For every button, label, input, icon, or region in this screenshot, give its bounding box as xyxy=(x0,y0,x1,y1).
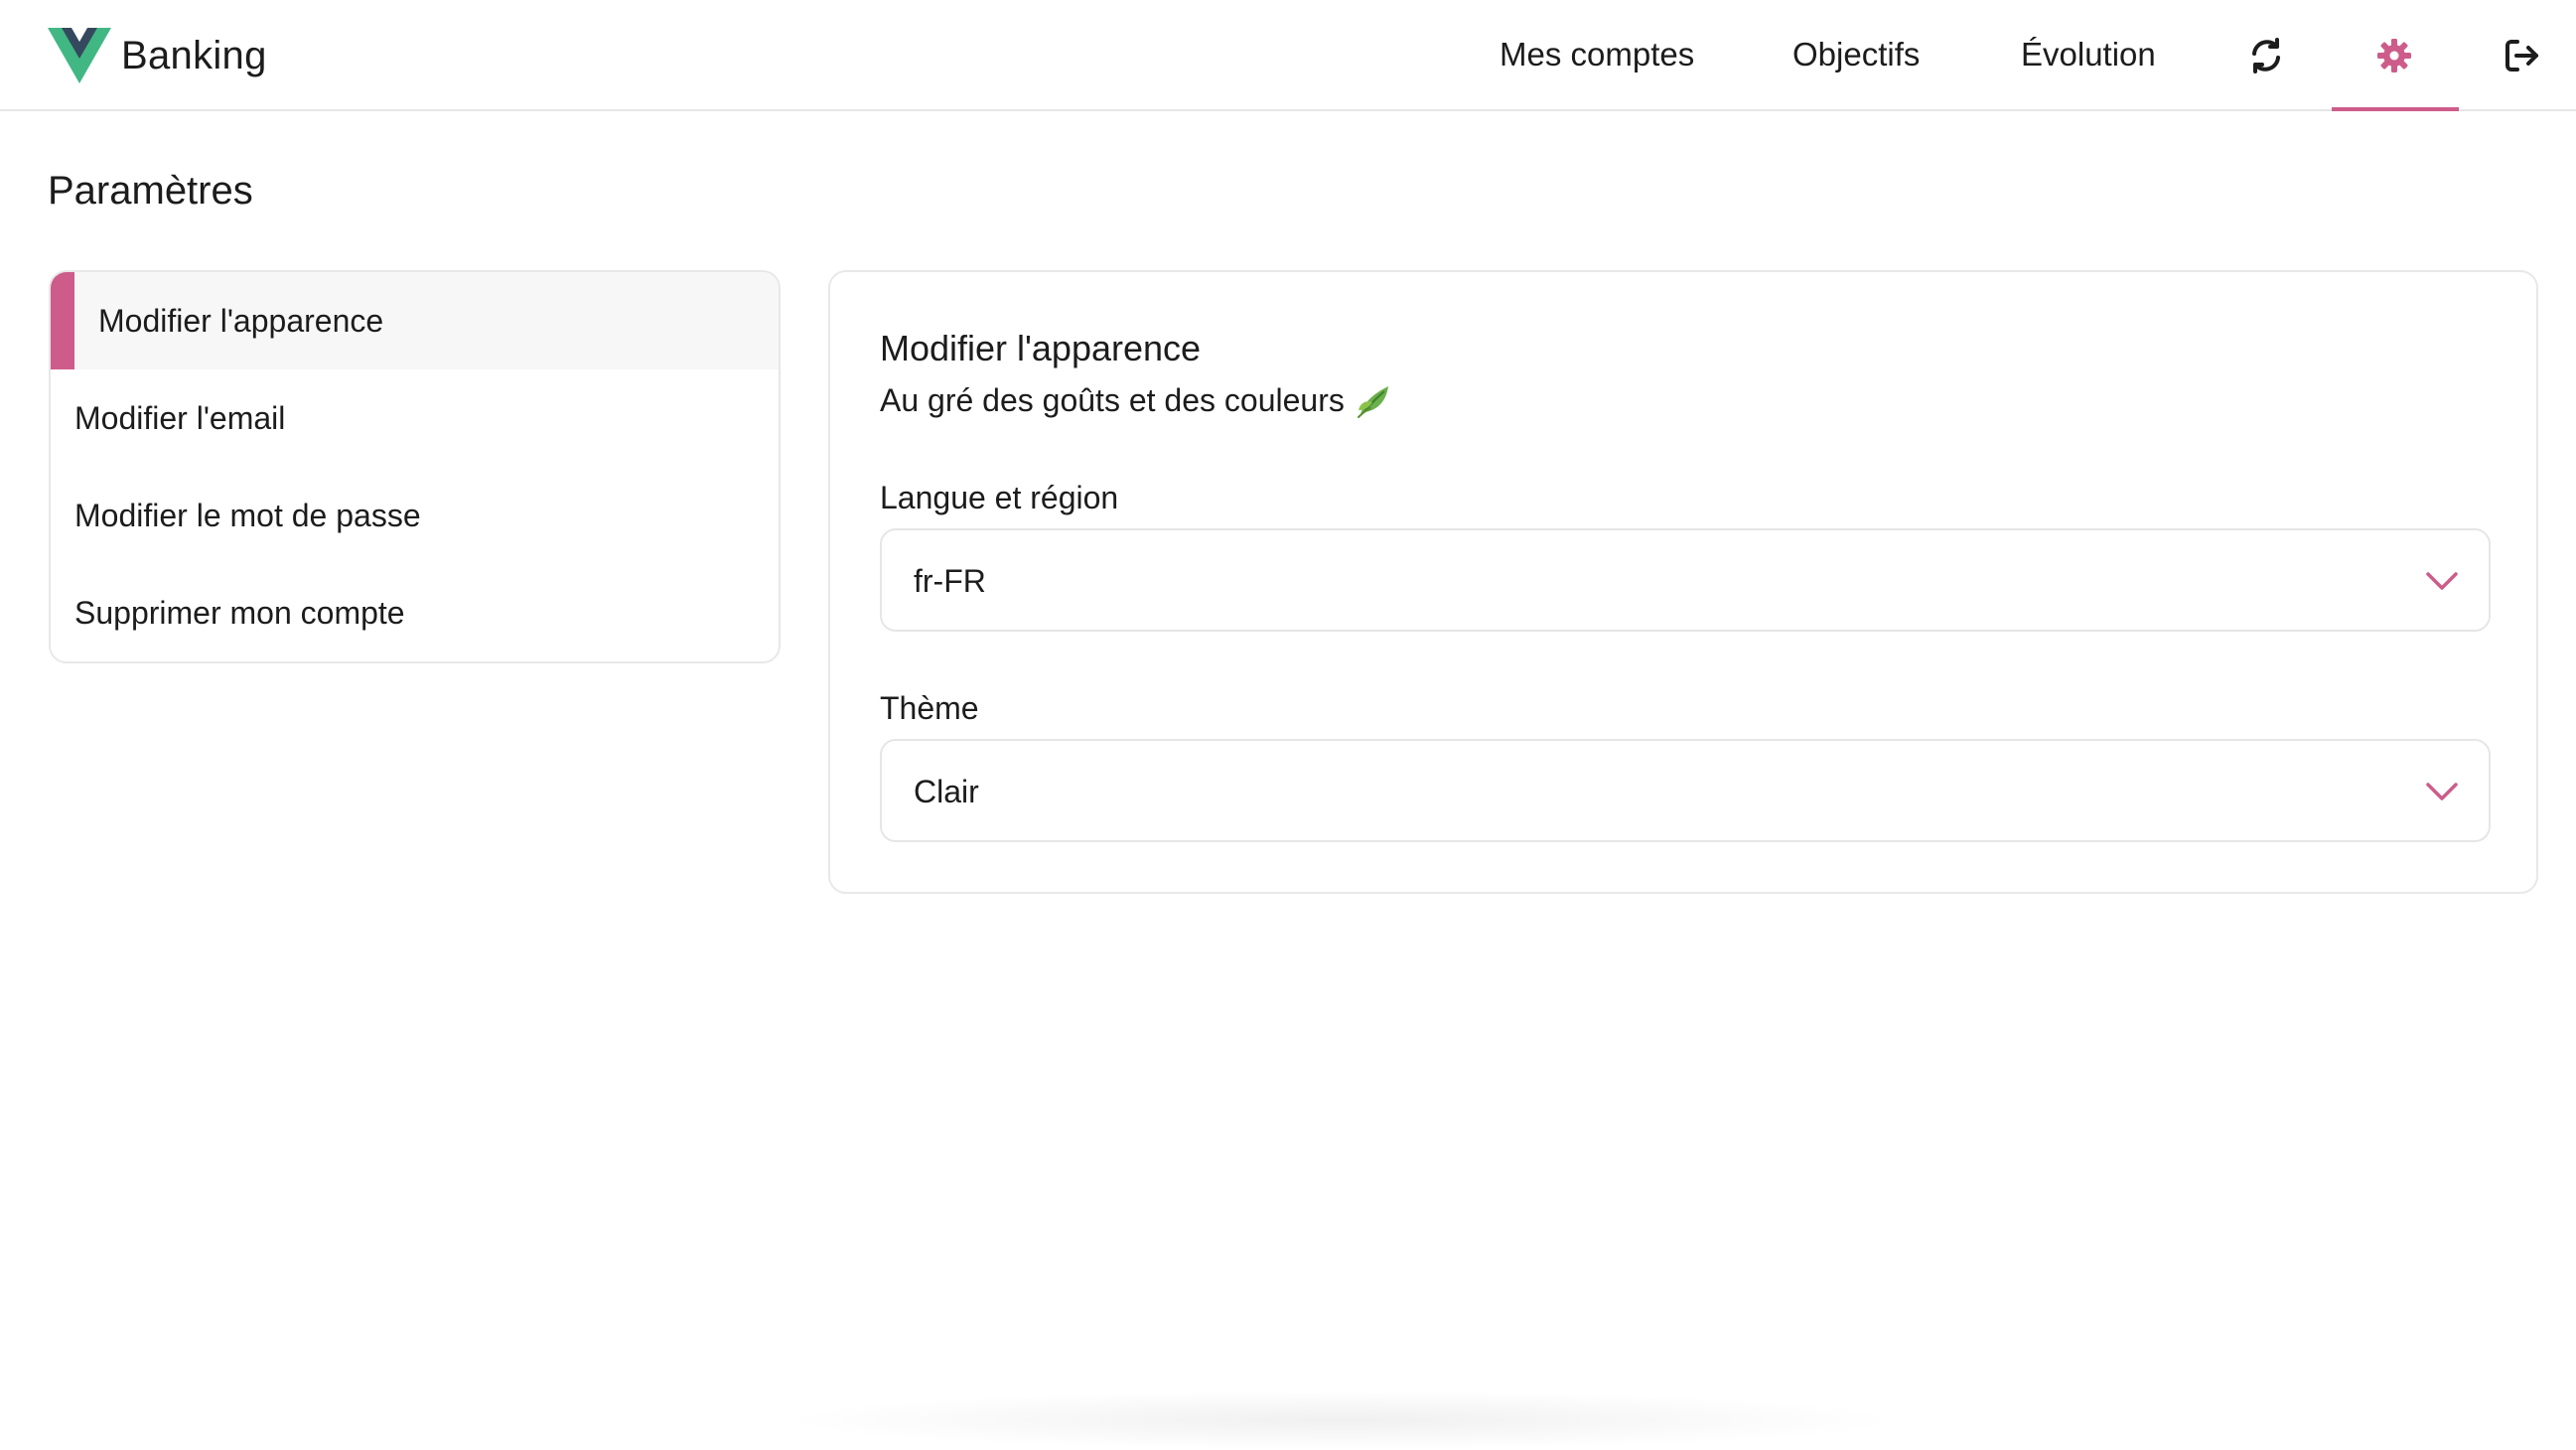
active-nav-indicator xyxy=(2332,107,2459,111)
chevron-down-icon xyxy=(2425,566,2459,596)
leaf-icon xyxy=(1355,380,1394,420)
panel-subtitle: Au gré des goûts et des couleurs xyxy=(880,379,1394,421)
refresh-icon[interactable] xyxy=(2246,36,2286,75)
theme-select-value: Clair xyxy=(914,774,979,809)
theme-select[interactable]: Clair xyxy=(880,739,2491,842)
theme-label: Thème xyxy=(880,690,979,726)
brand-link[interactable]: Banking xyxy=(48,26,267,85)
nav-link-mes-comptes[interactable]: Mes comptes xyxy=(1500,32,1694,77)
gear-icon[interactable] xyxy=(2374,36,2414,75)
bottom-shadow xyxy=(775,1390,1907,1450)
menu-item-delete-account[interactable]: Supprimer mon compte xyxy=(51,564,779,661)
menu-item-email[interactable]: Modifier l'email xyxy=(51,369,779,467)
language-select-value: fr-FR xyxy=(914,563,986,599)
vue-logo-icon xyxy=(48,28,111,83)
nav-link-objectifs[interactable]: Objectifs xyxy=(1792,32,1920,77)
logout-icon[interactable] xyxy=(2503,36,2542,75)
language-label: Langue et région xyxy=(880,480,1119,515)
menu-item-appearance[interactable]: Modifier l'apparence xyxy=(51,272,779,369)
menu-item-password[interactable]: Modifier le mot de passe xyxy=(51,467,779,564)
page-title: Paramètres xyxy=(48,169,253,213)
top-navbar: Banking Mes comptes Objectifs Évolution xyxy=(0,0,2576,111)
chevron-down-icon xyxy=(2425,777,2459,806)
appearance-panel: Modifier l'apparence Au gré des goûts et… xyxy=(828,270,2538,894)
nav-link-evolution[interactable]: Évolution xyxy=(2021,32,2156,77)
brand-name: Banking xyxy=(121,33,267,77)
settings-menu: Modifier l'apparence Modifier l'email Mo… xyxy=(49,270,781,663)
panel-subtitle-text: Au gré des goûts et des couleurs xyxy=(880,382,1345,418)
panel-title: Modifier l'apparence xyxy=(880,328,1202,368)
language-select[interactable]: fr-FR xyxy=(880,528,2491,632)
